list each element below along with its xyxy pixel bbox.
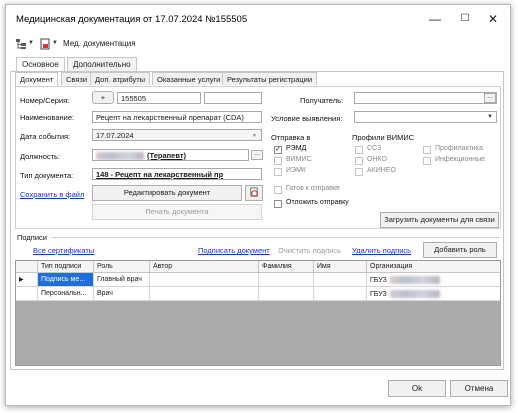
close-button[interactable]: ✕ <box>482 11 504 27</box>
akineo-checkbox[interactable] <box>355 168 363 176</box>
chevron-down-icon[interactable]: ▼ <box>487 114 493 120</box>
column-header-first-name[interactable]: Имя <box>314 261 367 273</box>
ssz-checkbox[interactable] <box>355 146 363 154</box>
defer-send-label: Отложить отправку <box>286 199 349 206</box>
table-cell-author[interactable] <box>150 273 259 287</box>
position-field[interactable]: (Терапевт) <box>92 149 249 161</box>
ready-to-send-checkbox[interactable] <box>274 186 282 194</box>
column-header-role[interactable]: Роль <box>94 261 150 273</box>
calendar-dropdown-icon[interactable]: ▼ <box>252 133 257 139</box>
send-to-title: Отправка в <box>271 133 311 142</box>
all-certificates-link[interactable]: Все сертификаты <box>33 246 94 255</box>
defer-send-checkbox[interactable] <box>274 200 282 208</box>
table-cell-organization[interactable]: ГБУЗ <box>367 287 500 301</box>
number-label: Номер/Серия: <box>20 96 70 105</box>
remd-label: РЭМД <box>286 145 307 152</box>
ssz-label: ССЗ <box>367 145 382 152</box>
minimize-button[interactable]: — <box>424 11 446 27</box>
add-number-button[interactable]: + <box>92 91 114 104</box>
cancel-button[interactable]: Отмена <box>450 380 508 397</box>
infectious-label: Инфекционные <box>435 156 486 163</box>
print-preview-button[interactable] <box>245 185 263 201</box>
signatures-title: Подписи <box>17 233 47 242</box>
table-cell-role[interactable]: Врач <box>94 287 150 301</box>
save-to-file-link[interactable]: Сохранить в файл <box>20 190 84 199</box>
tab-registration-results[interactable]: Результаты регистрации <box>222 72 318 85</box>
delete-signature-link[interactable]: Удалить подпись <box>352 246 411 255</box>
detect-condition-select[interactable] <box>354 111 497 123</box>
remd-checkbox[interactable]: ✓ <box>274 146 282 154</box>
tree-icon[interactable] <box>15 38 27 52</box>
position-select-button[interactable]: ... <box>251 150 263 160</box>
table-cell-type[interactable]: Подпись ме... <box>38 273 94 287</box>
name-label: Наименование: <box>20 113 75 122</box>
column-header-author[interactable]: Автор <box>150 261 259 273</box>
tab-links[interactable]: Связи <box>61 72 93 85</box>
table-cell-organization[interactable]: ГБУЗ <box>367 273 500 287</box>
prevention-label: Профилактика <box>435 145 483 152</box>
column-header-last-name[interactable]: Фамилия <box>259 261 314 273</box>
date-field[interactable]: 17.07.2024 <box>92 129 262 141</box>
recipient-label: Получатель: <box>300 96 344 105</box>
maximize-button[interactable]: ☐ <box>454 11 476 27</box>
clear-signature-link[interactable]: Очистить подпись <box>278 246 341 255</box>
iemk-label: ИЭМК <box>286 167 306 174</box>
recipient-field[interactable] <box>354 92 497 104</box>
column-header-organization[interactable]: Организация <box>367 261 500 273</box>
vimis-profiles-title: Профили ВИМИС <box>352 133 415 142</box>
sign-document-link[interactable]: Подписать документ <box>198 246 270 255</box>
table-cell-first-name[interactable] <box>314 287 367 301</box>
detect-condition-label: Условие выявления: <box>271 114 343 123</box>
table-cell-role[interactable]: Главный врач <box>94 273 150 287</box>
signatures-divider <box>51 237 501 238</box>
chevron-down-icon[interactable]: ▼ <box>52 40 58 46</box>
onko-label: ОНКО <box>367 156 387 163</box>
toolbar-label[interactable]: Мед. документация <box>63 39 136 48</box>
content-panel: Документ Связи Доп. атрибуты Оказанные у… <box>10 71 504 370</box>
prevention-checkbox[interactable] <box>423 146 431 154</box>
iemk-checkbox[interactable] <box>274 168 282 176</box>
date-label: Дата события: <box>20 132 71 141</box>
ok-button[interactable]: Ok <box>388 380 446 397</box>
table-cell-type[interactable]: Персональн... <box>38 287 94 301</box>
ready-to-send-label: Готов к отправке <box>286 185 341 192</box>
add-role-button[interactable]: Добавить роль <box>423 242 497 258</box>
document-form: Номер/Серия: + 155505 Наименование: Реце… <box>15 86 501 229</box>
table-cell-last-name[interactable] <box>259 287 314 301</box>
row-indicator[interactable] <box>16 287 38 301</box>
window-title: Медицинская документация от 17.07.2024 №… <box>16 14 248 25</box>
tab-main[interactable]: Основное <box>16 57 65 72</box>
doctype-field[interactable]: 148 - Рецепт на лекарственный пр <box>92 168 262 180</box>
number-field[interactable]: 155505 <box>117 92 201 104</box>
chevron-down-icon[interactable]: ▼ <box>28 40 34 46</box>
vimis-checkbox[interactable] <box>274 157 282 165</box>
title-bar: Медицинская документация от 17.07.2024 №… <box>6 5 510 33</box>
tab-extra-attributes[interactable]: Доп. атрибуты <box>90 72 151 85</box>
edit-document-button[interactable]: Редактировать документ <box>92 185 242 201</box>
vimis-label: ВИМИС <box>286 156 312 163</box>
infectious-checkbox[interactable] <box>423 157 431 165</box>
onko-checkbox[interactable] <box>355 157 363 165</box>
akineo-label: АКИНЕО <box>367 167 396 174</box>
table-corner-header <box>16 261 38 273</box>
tab-document[interactable]: Документ <box>15 72 59 86</box>
table-cell-first-name[interactable] <box>314 273 367 287</box>
row-indicator[interactable]: ▶ <box>16 273 38 287</box>
print-icon <box>249 187 258 197</box>
table-cell-author[interactable] <box>150 287 259 301</box>
column-header-signature-type[interactable]: Тип подписи <box>38 261 94 273</box>
dialog-window: Медицинская документация от 17.07.2024 №… <box>5 4 511 406</box>
signatures-table: Тип подписи Роль Автор Фамилия Имя Орган… <box>15 260 501 366</box>
tab-services[interactable]: Оказанные услуги <box>152 72 226 85</box>
print-document-button[interactable]: Печать документа <box>92 204 262 220</box>
series-field[interactable] <box>204 92 262 104</box>
position-label: Должность: <box>20 152 61 161</box>
recipient-select-button[interactable]: ... <box>484 93 496 103</box>
doctype-label: Тип документа: <box>20 171 74 180</box>
upload-linked-documents-button[interactable]: Загрузить документы для связи <box>380 212 499 228</box>
table-cell-last-name[interactable] <box>259 273 314 287</box>
name-field[interactable]: Рецепт на лекарственный препарат (CDA) <box>92 111 262 123</box>
tab-additional[interactable]: Дополнительно <box>67 57 137 71</box>
document-icon[interactable] <box>39 38 51 52</box>
